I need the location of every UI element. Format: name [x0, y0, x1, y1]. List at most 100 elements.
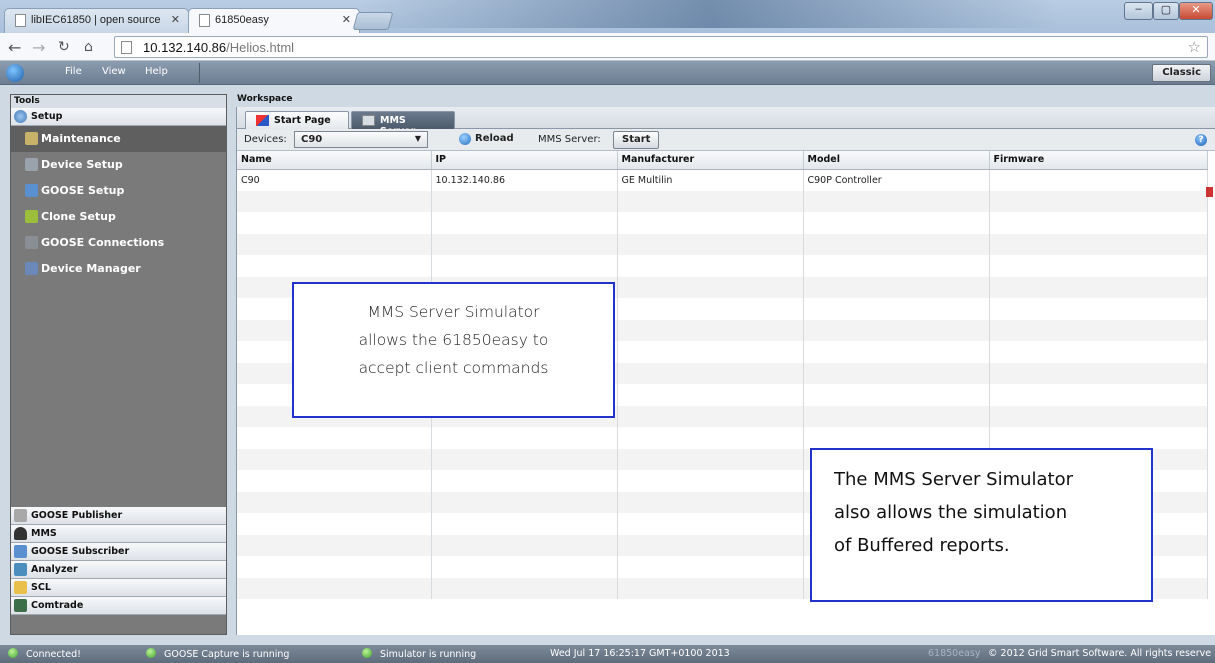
table-cell [431, 556, 618, 578]
section-scl[interactable]: SCL [11, 579, 226, 597]
maximize-button[interactable]: ▢ [1153, 2, 1179, 20]
clone-icon [25, 210, 38, 223]
close-window-button[interactable]: ✕ [1179, 2, 1213, 20]
section-goose-publisher[interactable]: GOOSE Publisher [11, 507, 226, 525]
section-goose-subscriber[interactable]: GOOSE Subscriber [11, 543, 226, 561]
back-arrow-icon[interactable]: ← [8, 38, 21, 57]
comtrade-icon [14, 599, 27, 612]
table-cell [237, 190, 432, 212]
table-cell [803, 362, 990, 384]
device-icon [25, 158, 38, 171]
tools-panel: Tools Setup Maintenance Device Setup GOO… [10, 94, 227, 635]
address-bar[interactable]: 10.132.140.86/Helios.html ☆ [114, 36, 1208, 58]
empty-table-row [237, 255, 1208, 277]
section-mms[interactable]: MMS [11, 525, 226, 543]
table-row[interactable]: C90 10.132.140.86 GE Multilin C90P Controll… [237, 169, 1208, 191]
devices-label: Devices: [244, 134, 287, 145]
reload-button[interactable]: Reload [459, 133, 514, 145]
new-tab-button[interactable] [352, 12, 394, 30]
close-tab-icon[interactable]: ✕ [171, 13, 180, 26]
publisher-icon [14, 509, 27, 522]
table-cell [617, 427, 804, 449]
setup-section-header[interactable]: Setup [11, 108, 226, 126]
app-menubar: File View Help Classic [0, 61, 1215, 85]
tab-mms-server[interactable]: MMS Server [351, 111, 455, 137]
table-cell [989, 362, 1208, 384]
section-comtrade[interactable]: Comtrade [11, 597, 226, 615]
browser-tab-libiec61850[interactable]: libIEC61850 | open source ✕ [4, 8, 189, 33]
table-cell [617, 298, 804, 320]
browser-tabstrip: libIEC61850 | open source ✕ 61850easy ✕ … [0, 0, 1215, 33]
table-cell [989, 169, 1208, 191]
table-cell [803, 255, 990, 277]
minimize-button[interactable]: – [1124, 2, 1153, 20]
setup-gear-icon [14, 110, 27, 123]
tool-device-manager[interactable]: Device Manager [11, 256, 226, 282]
tool-goose-connections[interactable]: GOOSE Connections [11, 230, 226, 256]
mms-server-label: MMS Server: [538, 134, 601, 145]
table-cell [617, 534, 804, 556]
table-header-row: Name IP Manufacturer Model Firmware [237, 151, 1208, 170]
home-icon[interactable]: ⌂ [84, 39, 93, 55]
table-cell: GE Multilin [617, 169, 804, 191]
column-header-model[interactable]: Model [803, 151, 990, 170]
table-cell [803, 341, 990, 363]
table-cell [617, 255, 804, 277]
table-cell [803, 212, 990, 234]
table-cell [989, 427, 1208, 449]
table-cell [989, 405, 1208, 427]
page-icon [199, 14, 210, 27]
table-cell [431, 470, 618, 492]
browser-tab-61850easy[interactable]: 61850easy ✕ [188, 8, 360, 33]
help-icon[interactable]: ? [1195, 134, 1207, 146]
tool-clone-setup[interactable]: Clone Setup [11, 204, 226, 230]
table-cell [617, 384, 804, 406]
manager-icon [25, 262, 38, 275]
section-analyzer[interactable]: Analyzer [11, 561, 226, 579]
server-icon [362, 115, 375, 126]
table-cell [989, 276, 1208, 298]
close-tab-icon[interactable]: ✕ [342, 13, 351, 26]
tool-maintenance[interactable]: Maintenance [11, 126, 226, 152]
browser-toolbar: ← → ↻ ⌂ 10.132.140.86/Helios.html ☆ [0, 33, 1215, 61]
menu-view[interactable]: View [102, 66, 126, 77]
forward-arrow-icon[interactable]: → [32, 38, 45, 57]
table-cell [989, 212, 1208, 234]
table-cell [803, 298, 990, 320]
menu-file[interactable]: File [65, 66, 82, 77]
reload-icon[interactable]: ↻ [58, 39, 70, 55]
refresh-icon [459, 133, 471, 145]
classic-button[interactable]: Classic [1152, 64, 1211, 82]
table-cell [431, 534, 618, 556]
menu-help[interactable]: Help [145, 66, 168, 77]
column-header-ip[interactable]: IP [431, 151, 618, 170]
delete-row-icon[interactable] [1206, 187, 1213, 197]
connections-icon [25, 236, 38, 249]
callout-line: of Buffered reports. [834, 535, 1010, 556]
user-icon [14, 527, 27, 540]
bookmark-star-icon[interactable]: ☆ [1188, 38, 1201, 56]
status-copyright: © 2012 Grid Smart Software. All rights r… [988, 648, 1212, 659]
setup-label: Setup [31, 111, 63, 122]
table-cell: C90P Controller [803, 169, 990, 191]
devices-select[interactable]: C90 ▼ [294, 131, 428, 148]
column-header-name[interactable]: Name [237, 151, 432, 170]
table-cell [617, 212, 804, 234]
tool-device-setup[interactable]: Device Setup [11, 152, 226, 178]
tab-start-page[interactable]: Start Page [245, 111, 349, 129]
table-cell [431, 491, 618, 513]
table-cell [237, 534, 432, 556]
callout-line: also allows the simulation [834, 502, 1068, 523]
start-server-button[interactable]: Start [613, 131, 660, 149]
column-header-firmware[interactable]: Firmware [989, 151, 1208, 170]
table-cell [431, 233, 618, 255]
table-cell [431, 212, 618, 234]
workspace-tabbar: Start Page MMS Server [237, 107, 1215, 137]
tool-goose-setup[interactable]: GOOSE Setup [11, 178, 226, 204]
browser-tab-label: libIEC61850 | open source [31, 14, 161, 26]
column-header-manufacturer[interactable]: Manufacturer [617, 151, 804, 170]
table-cell [989, 190, 1208, 212]
empty-table-row [237, 212, 1208, 234]
table-cell [803, 427, 990, 449]
tool-label: GOOSE Setup [41, 184, 125, 197]
